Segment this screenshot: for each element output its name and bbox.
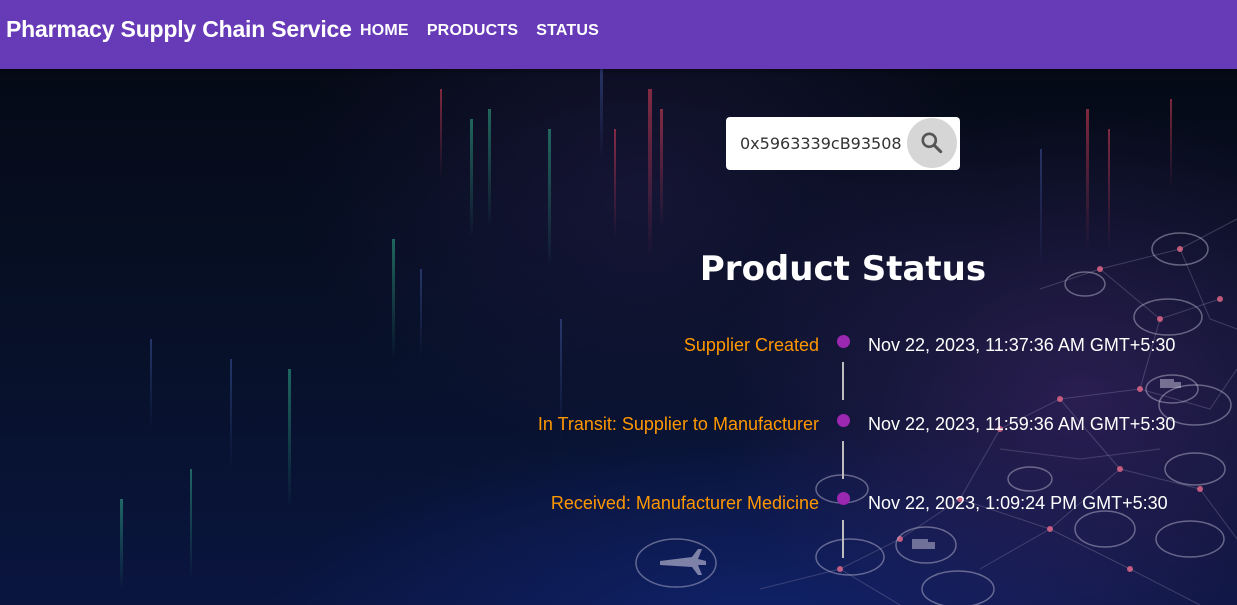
airplane-icon — [660, 549, 706, 575]
search-input[interactable] — [726, 117, 916, 170]
search-icon — [921, 132, 943, 154]
nav-status[interactable]: STATUS — [528, 20, 607, 42]
app-bar: Pharmacy Supply Chain Service HOME PRODU… — [0, 0, 1237, 69]
timeline-connector — [842, 362, 844, 400]
timeline-dot — [837, 492, 850, 505]
timeline-event-label: Supplier Created — [683, 335, 819, 355]
status-page: Product Status Supplier Created Nov 22, … — [0, 69, 1237, 605]
search-button[interactable] — [907, 118, 957, 168]
app-title: Pharmacy Supply Chain Service — [6, 16, 352, 42]
timeline-connector — [842, 520, 844, 558]
nav-products[interactable]: PRODUCTS — [419, 20, 526, 42]
main-nav: HOME PRODUCTS STATUS — [352, 20, 607, 42]
timeline-event-label: In Transit: Supplier to Manufacturer — [537, 414, 819, 434]
timeline-dot — [837, 414, 850, 427]
timeline-connector — [842, 441, 844, 479]
timeline-event-label: Received: Manufacturer Medicine — [550, 493, 819, 513]
timeline-event-time: Nov 22, 2023, 11:59:36 AM GMT+5:30 — [868, 414, 1176, 434]
timeline-event-time: Nov 22, 2023, 11:37:36 AM GMT+5:30 — [868, 335, 1176, 355]
truck-icon — [912, 379, 1181, 549]
timeline-dot — [837, 335, 850, 348]
timeline-event-time: Nov 22, 2023, 1:09:24 PM GMT+5:30 — [868, 493, 1168, 513]
page-title: Product Status — [699, 249, 987, 289]
nav-home[interactable]: HOME — [352, 20, 417, 42]
network-nodes — [837, 246, 1223, 572]
